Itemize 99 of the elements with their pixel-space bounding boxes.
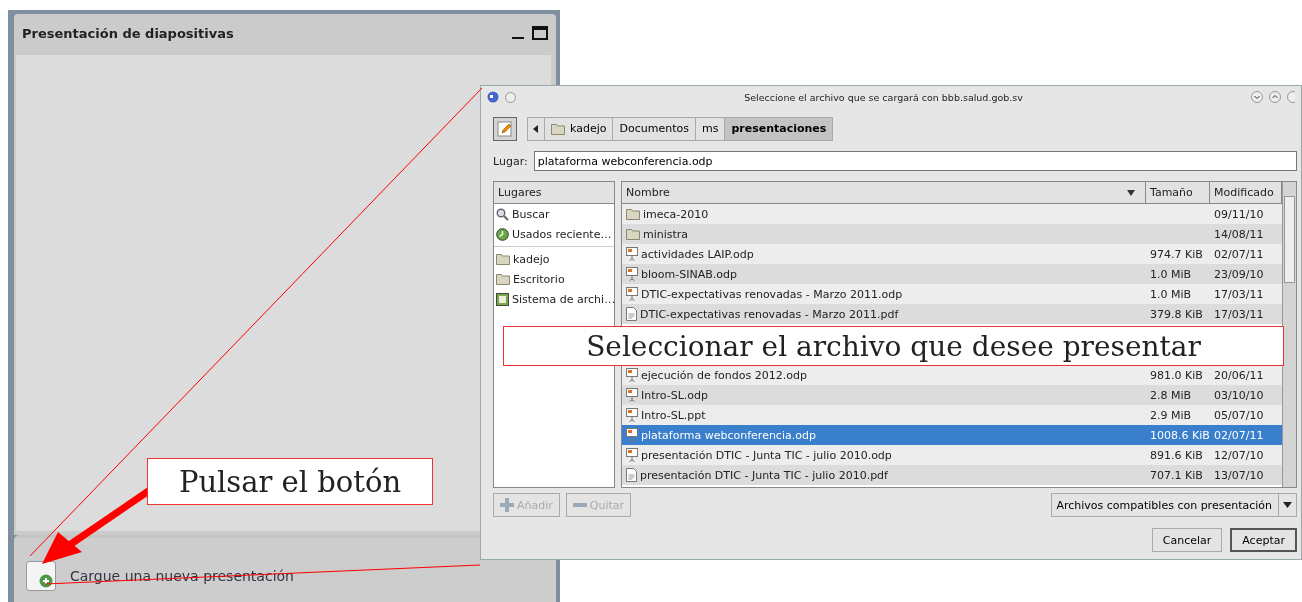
file-date: 23/09/10 [1214,267,1264,281]
file-row[interactable]: actividades LAIP.odp 974.7 KiB 02/07/11 [622,244,1282,264]
file-name: imeca-2010 [643,207,709,221]
folder-icon [626,208,640,220]
path-segment[interactable]: Documentos [612,116,696,141]
folder-icon [496,253,510,265]
file-name: presentación DTIC - Junta TIC - julio 2010.odp [641,448,892,462]
file-date: 13/07/10 [1214,468,1264,482]
panel-title: Presentación de diapositivas [22,25,235,41]
search-icon [496,207,509,221]
file-date: 03/10/10 [1214,388,1264,402]
file-row[interactable]: ejecución de fondos 2012.odp 981.0 KiB 20/06/11 [622,365,1282,385]
place-item[interactable]: Sistema de archi… [512,292,616,306]
file-date: 02/07/11 [1214,247,1264,261]
folder-icon [551,122,565,135]
location-field[interactable]: plataforma webconferencia.odp [533,151,1297,171]
callout-text: Pulsar el botón [147,458,433,505]
dialog-title: Seleccione el archivo que se cargará con bbb.salud.gob.sv [743,91,1024,103]
folder-icon [626,228,640,240]
file-size: 891.6 KiB [1150,448,1203,462]
edit-toggle-button[interactable] [493,116,517,141]
place-item[interactable]: kadejo [513,252,550,266]
presentation-file-icon [626,368,638,382]
scrollbar[interactable] [1282,182,1296,487]
place-item[interactable]: Buscar [512,207,550,221]
drive-icon [496,292,509,306]
dropdown-arrow-icon [1283,502,1292,508]
file-name: ministra [643,227,689,241]
file-size: 379.8 KiB [1150,307,1203,321]
file-date: 09/11/10 [1214,207,1264,221]
file-date: 17/03/11 [1214,307,1264,321]
callout-text: Seleccionar el archivo que desee presentar [503,326,1284,366]
cancel-button[interactable]: Cancelar [1151,528,1223,552]
file-size: 707.1 KiB [1150,468,1203,482]
sort-arrow-icon [1127,189,1135,196]
file-name: presentación DTIC - Junta TIC - julio 2010.pdf [640,468,888,482]
file-size: 981.0 KiB [1150,368,1203,382]
places-header[interactable]: Lugares [494,182,614,204]
back-button[interactable] [527,116,545,141]
folder-icon [496,273,510,285]
file-size: 1.0 MiB [1150,287,1192,301]
chevron-down-icon[interactable] [1251,91,1263,103]
file-date: 14/08/11 [1214,227,1264,241]
file-row[interactable]: bloom-SINAB.odp 1.0 MiB 23/09/10 [622,264,1282,284]
column-header[interactable]: Modificado [1210,182,1282,204]
presentation-file-icon [626,428,638,442]
file-date: 05/07/10 [1214,408,1264,422]
back-arrow-icon [533,124,539,133]
file-name: Intro-SL.ppt [641,408,706,422]
file-row[interactable]: DTIC-expectativas renovadas - Marzo 2011.pdf 379.8 KiB 17/03/11 [622,304,1282,324]
document-icon [626,307,637,321]
accept-button[interactable]: Aceptar [1230,528,1297,552]
presentation-file-icon [626,247,638,261]
file-size: 2.9 MiB [1150,408,1192,422]
place-item[interactable]: Usados reciente… [512,227,612,241]
location-label: Lugar: [493,154,528,168]
file-row[interactable]: Intro-SL.ppt 2.9 MiB 05/07/10 [622,405,1282,425]
file-size: 1.0 MiB [1150,267,1192,281]
minus-icon [572,502,587,508]
file-row[interactable]: imeca-2010 09/11/10 [622,204,1282,224]
plus-icon [39,574,53,588]
file-date: 17/03/11 [1214,287,1264,301]
column-header[interactable]: Nombre [622,182,1146,204]
file-row[interactable]: DTIC-expectativas renovadas - Marzo 2011.odp 1.0 MiB 17/03/11 [622,284,1282,304]
file-date: 02/07/11 [1214,428,1264,442]
plus-icon [500,498,514,512]
file-size: 974.7 KiB [1150,247,1203,261]
path-segment[interactable]: kadejo [544,116,614,141]
file-name: bloom-SINAB.odp [641,267,737,281]
file-name: DTIC-expectativas renovadas - Marzo 2011.odp [641,287,903,301]
file-name: actividades LAIP.odp [641,247,754,261]
presentation-file-icon [626,267,638,281]
file-row[interactable]: presentación DTIC - Junta TIC - julio 2010.pdf 707.1 KiB 13/07/10 [622,465,1282,485]
file-row[interactable]: presentación DTIC - Junta TIC - julio 2010.odp 891.6 KiB 12/07/10 [622,445,1282,465]
presentation-file-icon [626,287,638,301]
file-name: DTIC-expectativas renovadas - Marzo 2011.pdf [640,307,899,321]
upload-button[interactable] [26,561,56,591]
file-size: 2.8 MiB [1150,388,1192,402]
file-row[interactable]: ministra 14/08/11 [622,224,1282,244]
menu-button[interactable] [505,91,516,103]
filter-dropdown[interactable]: Archivos compatibles con presentación [1051,493,1297,517]
file-size: 1008.6 KiB [1150,428,1210,442]
presentation-file-icon [626,408,638,422]
file-date: 20/06/11 [1214,368,1264,382]
column-header[interactable]: Tamaño [1146,182,1210,204]
file-row[interactable]: plataforma webconferencia.odp 1008.6 KiB 02/07/11 [622,425,1282,445]
presentation-file-icon [626,448,638,462]
clock-icon [496,227,509,241]
presentation-file-icon [626,388,638,402]
document-icon [626,468,637,482]
file-name: plataforma webconferencia.odp [641,428,816,442]
file-name: Intro-SL.odp [641,388,708,402]
place-item[interactable]: Escritorio [513,272,565,286]
file-name: ejecución de fondos 2012.odp [641,368,807,382]
path-segment[interactable]: presentaciones [724,116,834,141]
chevron-up-icon[interactable] [1269,91,1281,103]
file-date: 12/07/10 [1214,448,1264,462]
maximize-icon[interactable] [532,26,548,40]
file-row[interactable]: Intro-SL.odp 2.8 MiB 03/10/10 [622,385,1282,405]
